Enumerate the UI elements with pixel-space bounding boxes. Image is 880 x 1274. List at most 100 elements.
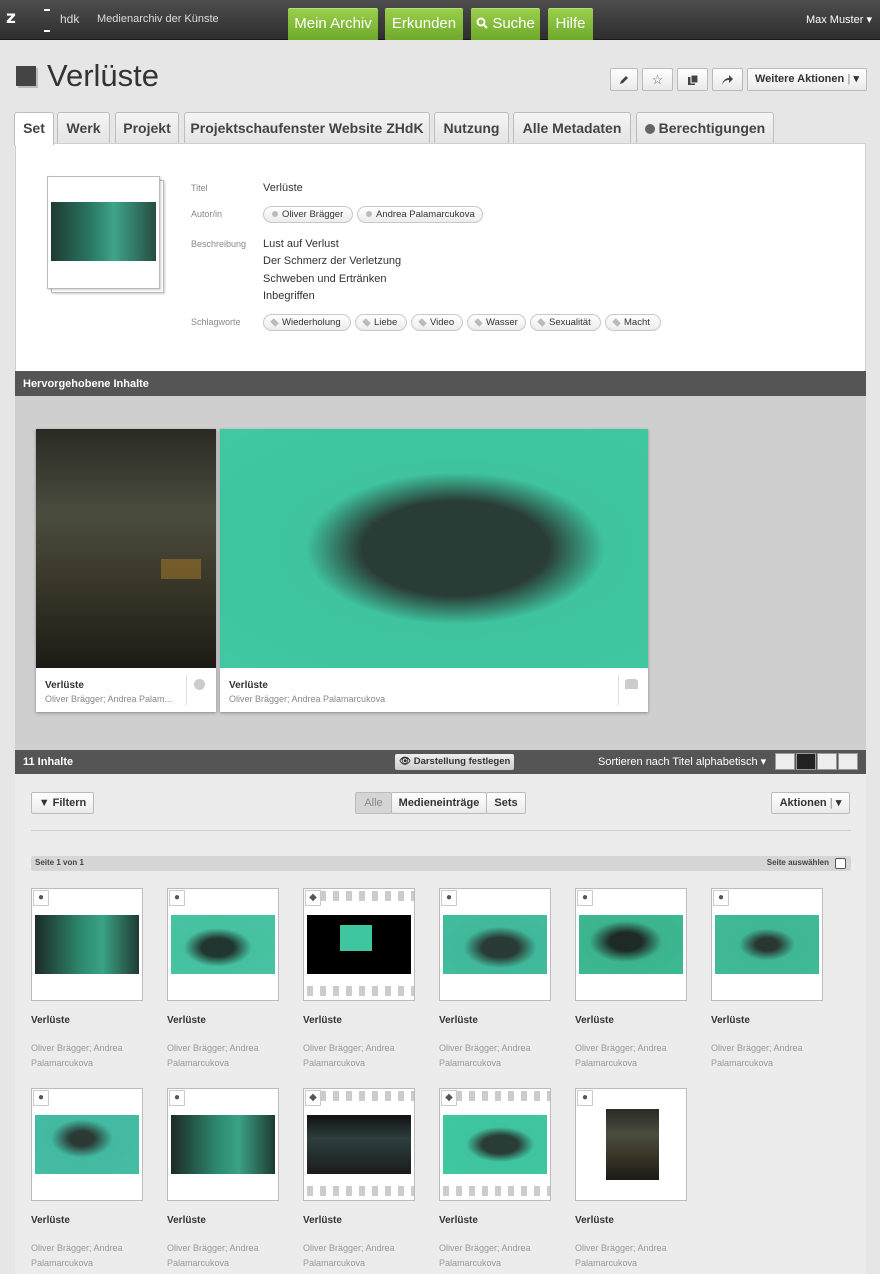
tab-berechtigungen[interactable]: Berechtigungen	[636, 112, 774, 144]
keyword-label: Wasser	[486, 317, 518, 328]
segment-sets[interactable]: Sets	[486, 792, 526, 814]
author-pill[interactable]: Andrea Palamarcukova	[357, 206, 483, 223]
media-entry-title: Verlüste	[31, 1015, 70, 1026]
description-line: Lust auf Verlust	[263, 238, 339, 250]
filmstrip-bottom	[304, 986, 414, 996]
tab-projekt[interactable]: Projekt	[115, 112, 179, 144]
contents-toolbar: 11 Inhalte 👁 Darstellung festlegen Sorti…	[15, 750, 866, 774]
tab-label: Werk	[66, 120, 101, 136]
media-thumbnail	[307, 1115, 411, 1174]
more-actions-button[interactable]: Weitere Aktionen | ▾	[747, 68, 867, 91]
actions-button[interactable]: Aktionen | ▾	[771, 792, 850, 814]
media-entry-title: Verlüste	[167, 1215, 206, 1226]
segment-label: Medieneinträge	[398, 797, 480, 809]
favorite-button[interactable]: ☆	[642, 68, 673, 91]
segment-label: Sets	[494, 797, 518, 809]
featured-header: Hervorgehobene Inhalte	[15, 371, 866, 397]
logo-mark	[44, 9, 50, 11]
keyword-pill[interactable]: Macht	[605, 314, 661, 331]
view-grid-button[interactable]	[796, 753, 816, 770]
media-entry-card[interactable]: ●	[31, 888, 143, 1001]
media-entry-authors: Oliver Brägger; Andrea Palamarcukova	[575, 1243, 667, 1268]
nav-mein-archiv[interactable]: Mein Archiv	[288, 8, 378, 40]
media-thumbnail	[606, 1109, 659, 1180]
view-list-button[interactable]	[817, 753, 837, 770]
globe-icon: ●	[577, 890, 593, 906]
user-menu[interactable]: Max Muster ▾	[806, 13, 872, 26]
media-entry-card[interactable]: ●	[575, 888, 687, 1001]
group-icon: ◆	[305, 1090, 321, 1106]
media-entry-card[interactable]: ●	[31, 1088, 143, 1201]
select-page-checkbox[interactable]	[835, 858, 846, 869]
keyword-label: Wiederholung	[282, 317, 341, 328]
media-thumbnail	[35, 1115, 139, 1174]
view-miniature-button[interactable]	[775, 753, 795, 770]
author-pill[interactable]: Oliver Brägger	[263, 206, 353, 223]
media-thumbnail	[171, 1115, 275, 1174]
segment-alle[interactable]: Alle	[355, 792, 392, 814]
keyword-pill[interactable]: Video	[411, 314, 463, 331]
site-name[interactable]: Medienarchiv der Künste	[97, 13, 219, 25]
nav-hilfe[interactable]: Hilfe	[548, 8, 593, 40]
page-label: Seite 1 von 1	[35, 858, 84, 867]
featured-card[interactable]: Verlüste Oliver Brägger; Andrea Palam...	[36, 429, 216, 712]
tab-nutzung[interactable]: Nutzung	[434, 112, 509, 144]
media-entry-card[interactable]: ●	[167, 888, 279, 1001]
description-line: Schweben und Ertränken	[263, 273, 387, 285]
keyword-pill[interactable]: Liebe	[355, 314, 407, 331]
filter-button[interactable]: ▼ Filtern	[31, 792, 94, 814]
nav-label: Suche	[492, 15, 535, 32]
media-entry-authors: Oliver Brägger; Andrea Palamarcukova	[167, 1243, 259, 1268]
tag-icon	[270, 318, 279, 327]
separator	[618, 675, 619, 705]
set-title: Verlüste	[439, 1215, 478, 1226]
group-icon: ◆	[305, 890, 321, 906]
group-icon: ◆	[441, 1090, 457, 1106]
globe-icon: ●	[441, 890, 457, 906]
nav-label: Erkunden	[391, 15, 457, 32]
tab-werk[interactable]: Werk	[57, 112, 110, 144]
view-tiles-button[interactable]	[838, 753, 858, 770]
featured-card[interactable]: Verlüste Oliver Brägger; Andrea Palamarc…	[220, 429, 648, 712]
nav-suche[interactable]: Suche	[471, 8, 540, 40]
set-card[interactable]: ◆	[439, 1088, 551, 1201]
logo-sub: hdk	[60, 12, 80, 26]
caret-down-icon: ▾	[866, 14, 872, 26]
media-entry-card[interactable]: ●	[575, 1088, 687, 1201]
media-entry-title: Verlüste	[575, 1015, 614, 1026]
nav-erkunden[interactable]: Erkunden	[385, 8, 463, 40]
media-entry-card[interactable]: ●	[167, 1088, 279, 1201]
author-name: Andrea Palamarcukova	[376, 209, 475, 220]
set-authors: Oliver Brägger; Andrea Palamarcukova	[303, 1043, 395, 1068]
star-icon: ☆	[651, 72, 664, 87]
media-thumbnail	[443, 1115, 547, 1174]
tab-projektschaufenster[interactable]: Projektschaufenster Website ZHdK	[184, 112, 430, 144]
tab-alle-metadaten[interactable]: Alle Metadaten	[513, 112, 631, 144]
description-line: Inbegriffen	[263, 290, 315, 302]
description-line: Der Schmerz der Verletzung	[263, 255, 402, 267]
media-entry-card[interactable]: ●	[439, 888, 551, 1001]
edit-button[interactable]	[610, 68, 638, 91]
set-thumbnail[interactable]	[47, 176, 160, 289]
media-entry-card[interactable]: ●	[711, 888, 823, 1001]
tab-set[interactable]: Set	[14, 112, 54, 145]
featured-authors: Oliver Brägger; Andrea Palamarcukova	[229, 694, 386, 704]
nav-label: Hilfe	[555, 15, 586, 32]
person-icon	[272, 211, 278, 217]
logo-mark	[44, 30, 50, 32]
segment-medieneintraege[interactable]: Medieneinträge	[391, 792, 487, 814]
set-card[interactable]: ◆	[303, 888, 415, 1001]
display-settings-button[interactable]: 👁 Darstellung festlegen	[395, 754, 515, 770]
globe-icon: ●	[33, 890, 49, 906]
share-button[interactable]	[712, 68, 743, 91]
keyword-pill[interactable]: Wasser	[467, 314, 526, 331]
copy-button[interactable]	[677, 68, 708, 91]
zhdk-logo[interactable]: z	[6, 8, 16, 28]
display-settings-label: Darstellung festlegen	[413, 756, 511, 767]
set-card[interactable]: ◆	[303, 1088, 415, 1201]
filter-icon: ▼	[38, 797, 50, 809]
sort-dropdown[interactable]: Sortieren nach Titel alphabetisch ▾	[598, 750, 766, 774]
keyword-pill[interactable]: Sexualität	[530, 314, 601, 331]
caret-down-icon: ▾	[835, 797, 842, 809]
keyword-pill[interactable]: Wiederholung	[263, 314, 351, 331]
